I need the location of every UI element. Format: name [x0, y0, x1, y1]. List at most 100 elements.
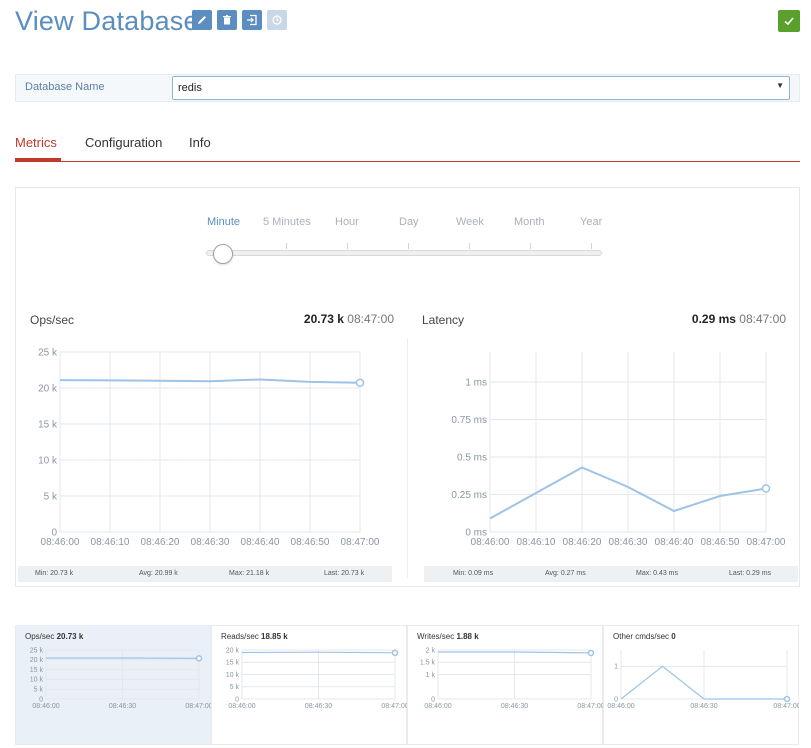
latency-stats-bar: Min: 0.09 ms Avg: 0.27 ms Max: 0.43 ms L… [424, 566, 798, 582]
series-line [241, 651, 396, 654]
last-point-marker [195, 655, 203, 662]
range-hour[interactable]: Hour [335, 216, 359, 228]
database-name-label: Database Name [25, 81, 105, 93]
range-week[interactable]: Week [456, 216, 484, 228]
latency-chart-title: Latency [422, 313, 465, 327]
trash-icon [223, 15, 231, 25]
small-chart-title: Other cmds/sec 0 [613, 632, 676, 641]
small-other-cmds-chart: 0108:46:00 08:46:30 08:47:00 [607, 650, 799, 710]
y-tick-label: 20 k [38, 383, 58, 394]
tab-configuration[interactable]: Configuration [85, 135, 162, 150]
caret-down-icon: ▼ [776, 81, 784, 90]
latency-stat-last: Last: 0.29 ms [729, 570, 772, 577]
x-tick-label: 08:47:00 [773, 703, 799, 710]
small-reads-chart: 05 k10 k15 k20 k08:46:00 08:46:30 08:47:00 [226, 647, 407, 710]
latency-chart: 0 ms0.25 ms0.5 ms0.75 ms1 ms08:46:00 08:4… [451, 352, 786, 548]
y-tick-label: 1 [614, 664, 618, 671]
ops-current-value: 20.73 k 08:47:00 [216, 312, 394, 326]
x-tick-label: 08:46:30 [191, 537, 230, 548]
active-tab-indicator [15, 158, 61, 161]
y-tick-label: 15 k [30, 667, 44, 674]
range-year[interactable]: Year [580, 216, 602, 228]
x-tick-label: 08:46:10 [91, 537, 130, 548]
time-range-slider[interactable] [206, 250, 602, 256]
small-chart-title: Reads/sec 18.85 k [221, 632, 288, 641]
latency-stat-avg: Avg: 0.27 ms [545, 570, 586, 577]
x-tick-label: 08:47:00 [381, 703, 407, 710]
ops-chart-title: Ops/sec [30, 313, 75, 327]
slider-handle[interactable] [213, 244, 233, 264]
x-tick-label: 08:46:00 [41, 537, 80, 548]
range-month[interactable]: Month [514, 216, 545, 228]
confirm-button[interactable] [778, 10, 800, 32]
y-tick-label: 0.75 ms [451, 415, 487, 426]
y-tick-label: 1 ms [465, 377, 487, 388]
slider-tick [408, 243, 409, 249]
small-ops-chart: 05 k10 k15 k20 k25 k08:46:00 08:46:30 08:4… [30, 647, 211, 710]
ops-stats-bar: Min: 20.73 k Avg: 20.99 k Max: 21.18 k L… [18, 566, 392, 582]
last-point-marker [783, 695, 791, 703]
x-tick-label: 08:46:30 [690, 703, 717, 710]
last-point-marker [355, 378, 365, 387]
x-tick-label: 08:46:00 [424, 703, 451, 710]
x-tick-label: 08:46:10 [517, 537, 556, 548]
x-tick-label: 08:46:00 [228, 703, 255, 710]
slider-tick [347, 243, 348, 249]
range-day[interactable]: Day [399, 216, 419, 228]
x-tick-label: 08:46:00 [607, 703, 634, 710]
restore-button[interactable] [267, 10, 287, 30]
x-tick-label: 08:46:30 [109, 703, 136, 710]
y-tick-label: 5 k [230, 684, 240, 691]
slider-tick [286, 243, 287, 249]
y-tick-label: 15 k [38, 419, 58, 430]
y-tick-label: 5 k [34, 687, 44, 694]
latency-stat-min: Min: 0.09 ms [453, 570, 494, 577]
range-minute[interactable]: Minute [207, 216, 240, 228]
page-title: View Database [15, 6, 199, 36]
small-writes-chart: 05001 k1.5 k2 k08:46:0008:46:3008:47:00 [420, 647, 603, 710]
y-tick-label: 25 k [38, 347, 58, 358]
y-tick-label: 1.5 k [420, 660, 436, 667]
latency-value: 0.29 ms [691, 312, 736, 326]
chart-divider [407, 338, 408, 578]
small-chart-title: Writes/sec 1.88 k [417, 632, 479, 641]
checkmark-icon [784, 17, 794, 26]
y-tick-label: 10 k [30, 677, 44, 684]
connect-button[interactable] [242, 10, 262, 30]
ops-chart: 05 k10 k15 k20 k25 k08:46:00 08:46:10 08:4… [38, 347, 380, 548]
x-tick-label: 08:46:40 [241, 537, 280, 548]
tab-metrics[interactable]: Metrics [15, 135, 57, 150]
x-tick-label: 08:47:00 [185, 703, 211, 710]
database-select[interactable]: redis ▼ [172, 76, 790, 100]
x-tick-label: 08:46:50 [291, 537, 330, 548]
y-tick-label: 10 k [38, 455, 58, 466]
ops-stat-last: Last: 20.73 k [324, 570, 365, 577]
latency-stat-max: Max: 0.43 ms [636, 570, 679, 577]
y-tick-label: 20 k [30, 657, 44, 664]
edit-button[interactable] [192, 10, 212, 30]
last-point-marker [761, 484, 771, 493]
x-tick-label: 08:46:30 [609, 537, 648, 548]
database-select-value: redis [178, 82, 202, 94]
last-point-marker [587, 649, 595, 657]
ops-stat-max: Max: 21.18 k [229, 570, 270, 577]
x-tick-label: 08:46:20 [141, 537, 180, 548]
ops-time: 08:47:00 [347, 312, 394, 326]
y-tick-label: 0.25 ms [451, 490, 487, 501]
x-tick-label: 08:46:40 [655, 537, 694, 548]
y-tick-label: 1 k [426, 672, 436, 679]
x-tick-label: 08:47:00 [577, 703, 603, 710]
x-tick-label: 08:46:20 [563, 537, 602, 548]
slider-tick [530, 243, 531, 249]
delete-button[interactable] [217, 10, 237, 30]
x-tick-label: 08:46:00 [471, 537, 510, 548]
slider-tick [469, 243, 470, 249]
y-tick-label: 5 k [44, 491, 58, 502]
last-point-marker [391, 649, 399, 657]
range-5-minutes[interactable]: 5 Minutes [263, 216, 311, 228]
tab-info[interactable]: Info [189, 135, 211, 150]
small-chart-title: Ops/sec 20.73 k [25, 632, 84, 641]
y-tick-label: 10 k [226, 672, 240, 679]
login-icon [247, 14, 257, 26]
y-tick-label: 25 k [30, 647, 44, 654]
